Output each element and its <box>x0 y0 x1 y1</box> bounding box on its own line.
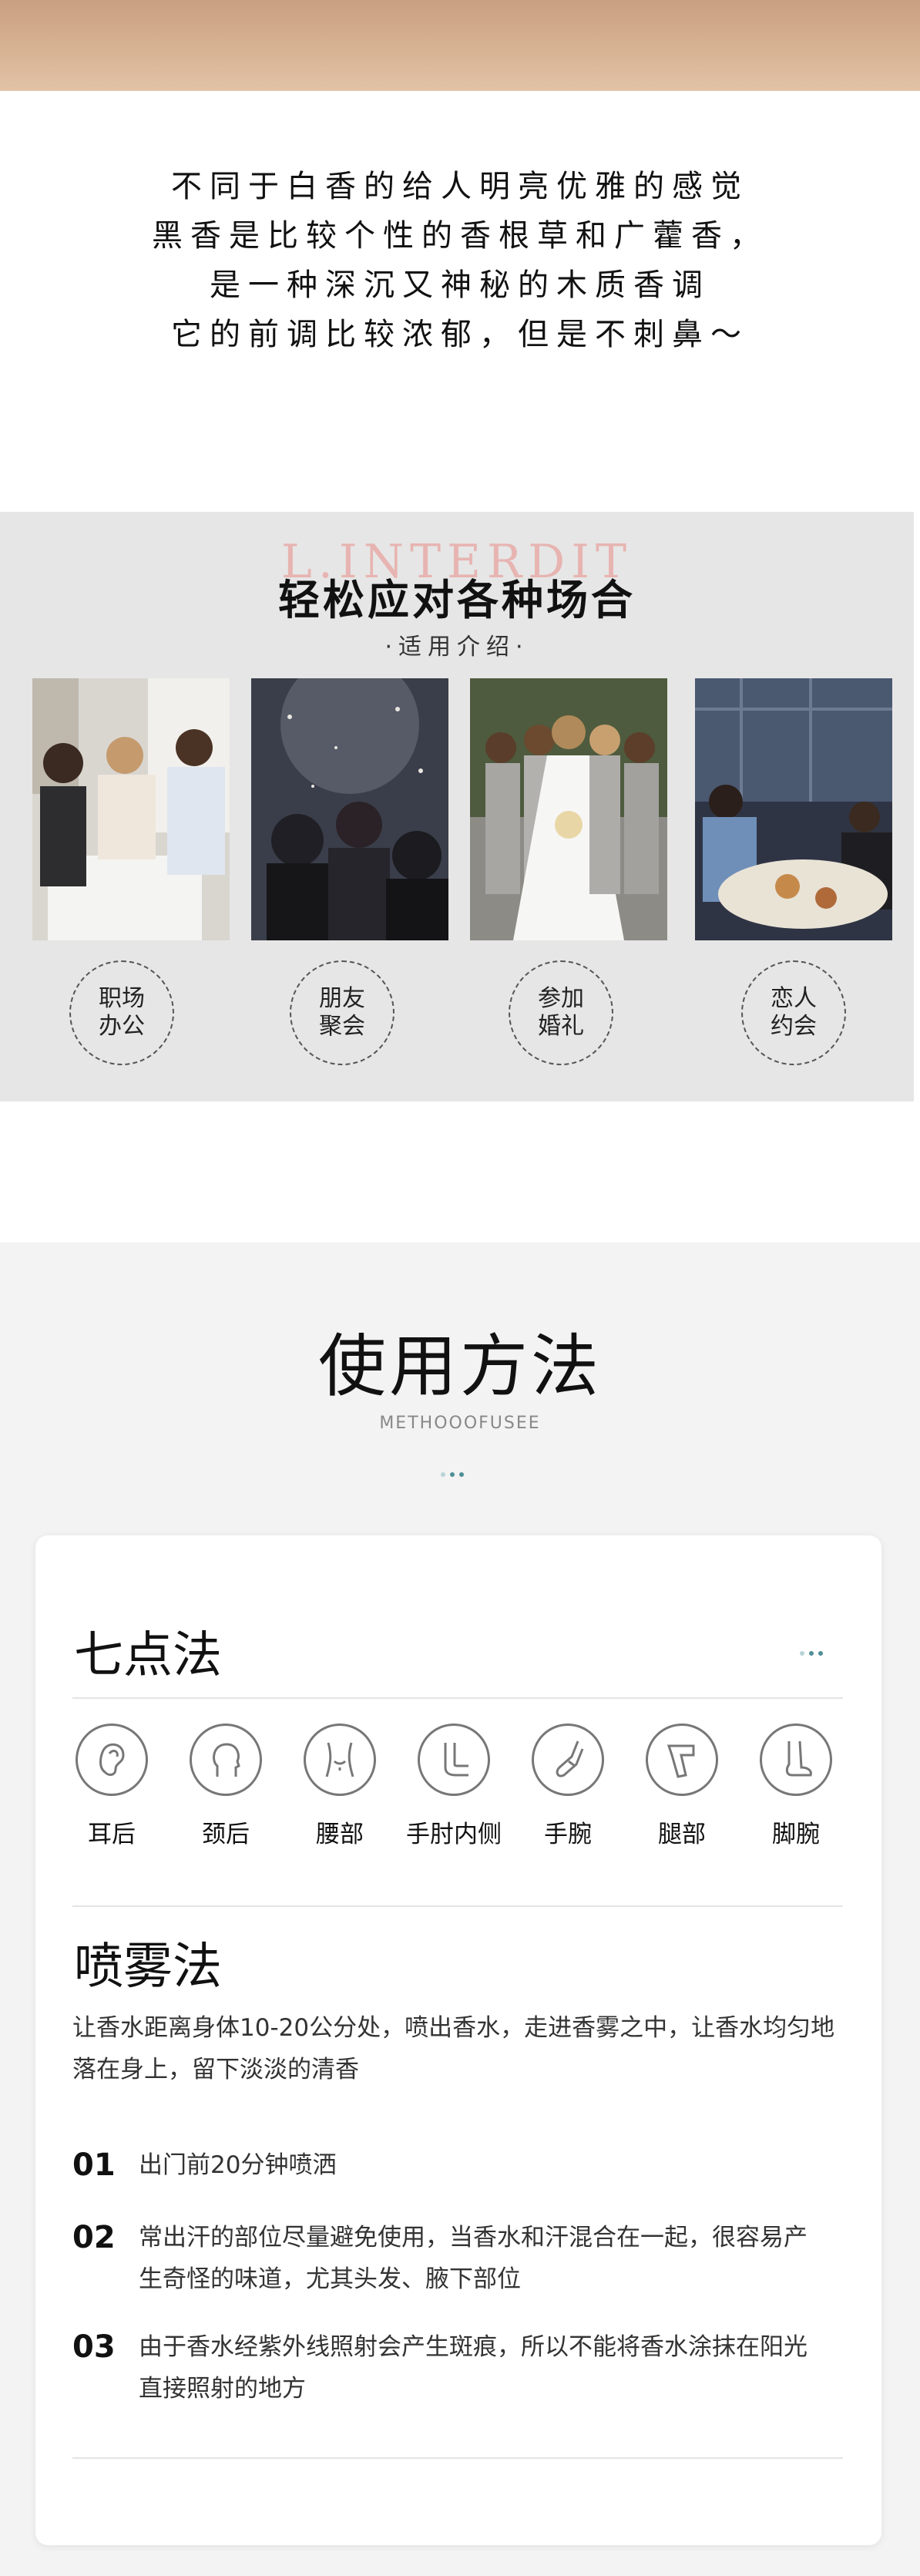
intro-line: 黑香是比较个性的香根草和广藿香， <box>152 218 768 254</box>
point-ankle: 脚腕 <box>754 1723 838 1849</box>
occasion-label: 朋友聚会 <box>319 985 365 1040</box>
point-wrist: 手腕 <box>525 1723 610 1849</box>
ear-icon <box>76 1723 148 1796</box>
step-text: 由于香水经紫外线照射会产生斑痕，所以不能将香水涂抹在阳光直接照射的地方 <box>139 2333 808 2403</box>
divider <box>72 1697 843 1699</box>
method-card: 七点法 耳后 颈后 腰部 手肘内侧 手腕 腿部 脚腕 喷雾法 让香水距离身体10… <box>35 1535 881 2545</box>
spray-method-title: 喷雾法 <box>74 1939 222 1996</box>
occasion-badge: 朋友聚会 <box>290 960 395 1065</box>
step-text: 出门前20分钟喷洒 <box>139 2151 337 2179</box>
decorative-dots <box>800 1651 823 1656</box>
point-label: 手腕 <box>544 1821 592 1848</box>
method-title: 使用方法 <box>317 1327 602 1406</box>
step-number: 03 <box>72 2329 116 2365</box>
friends-party-photo <box>251 678 448 940</box>
point-label: 脚腕 <box>772 1821 820 1848</box>
step-number: 01 <box>72 2147 116 2183</box>
occasion-badge: 恋人约会 <box>741 960 846 1065</box>
step-number: 02 <box>72 2220 116 2255</box>
ankle-icon <box>760 1723 832 1796</box>
point-label: 颈后 <box>202 1821 250 1848</box>
neck-icon <box>190 1723 262 1796</box>
usage-method-section: 使用方法 METHOOOFUSEE 七点法 耳后 颈后 腰部 手肘内侧 手腕 腿… <box>0 1243 920 2576</box>
point-label: 腿部 <box>658 1821 706 1848</box>
occasion-label: 恋人约会 <box>771 985 817 1040</box>
waist-icon <box>304 1723 376 1796</box>
date-dinner-photo <box>695 678 892 940</box>
point-elbow: 手肘内侧 <box>406 1723 502 1849</box>
occasion-badge: 职场办公 <box>69 960 174 1065</box>
method-subtitle: METHOOOFUSEE <box>379 1414 541 1433</box>
occasion-label: 职场办公 <box>99 985 145 1040</box>
intro-line: 它的前调比较浓郁，但是不刺鼻～ <box>171 317 749 352</box>
occasions-subtitle: ·适用介绍· <box>384 634 529 661</box>
office-meeting-photo <box>32 678 230 940</box>
divider <box>72 2457 843 2459</box>
step-text: 常出汗的部位尽量避免使用，当香水和汗混合在一起，很容易产生奇怪的味道，尤其头发、… <box>139 2224 808 2293</box>
top-color-band <box>0 0 920 91</box>
elbow-icon <box>418 1723 490 1796</box>
point-ear: 耳后 <box>69 1723 154 1849</box>
point-label: 耳后 <box>88 1821 136 1848</box>
seven-point-title: 七点法 <box>74 1627 222 1684</box>
divider <box>72 1905 843 1907</box>
occasion-badge: 参加婚礼 <box>509 960 613 1065</box>
occasions-section: L.INTERDIT 轻松应对各种场合 ·适用介绍· 职场办公 朋友聚会 参加婚… <box>0 512 914 1101</box>
point-label: 腰部 <box>316 1821 364 1848</box>
decorative-dots <box>441 1472 464 1477</box>
intro-text: 不同于白香的给人明亮优雅的感觉 黑香是比较个性的香根草和广藿香， 是一种深沉又神… <box>0 162 920 359</box>
wedding-photo <box>470 678 667 940</box>
intro-line: 是一种深沉又神秘的木质香调 <box>210 267 710 303</box>
leg-icon <box>646 1723 718 1796</box>
point-waist: 腰部 <box>297 1723 382 1849</box>
occasions-title: 轻松应对各种场合 <box>278 576 636 624</box>
point-leg: 腿部 <box>640 1723 724 1849</box>
spray-description: 让香水距离身体10-20公分处，喷出香水，走进香雾之中，让香水均匀地落在身上，留… <box>72 2014 835 2083</box>
intro-line: 不同于白香的给人明亮优雅的感觉 <box>171 169 749 204</box>
wrist-icon <box>532 1723 604 1796</box>
point-label: 手肘内侧 <box>406 1821 502 1848</box>
point-neck: 颈后 <box>183 1723 268 1849</box>
occasion-label: 参加婚礼 <box>538 985 584 1040</box>
